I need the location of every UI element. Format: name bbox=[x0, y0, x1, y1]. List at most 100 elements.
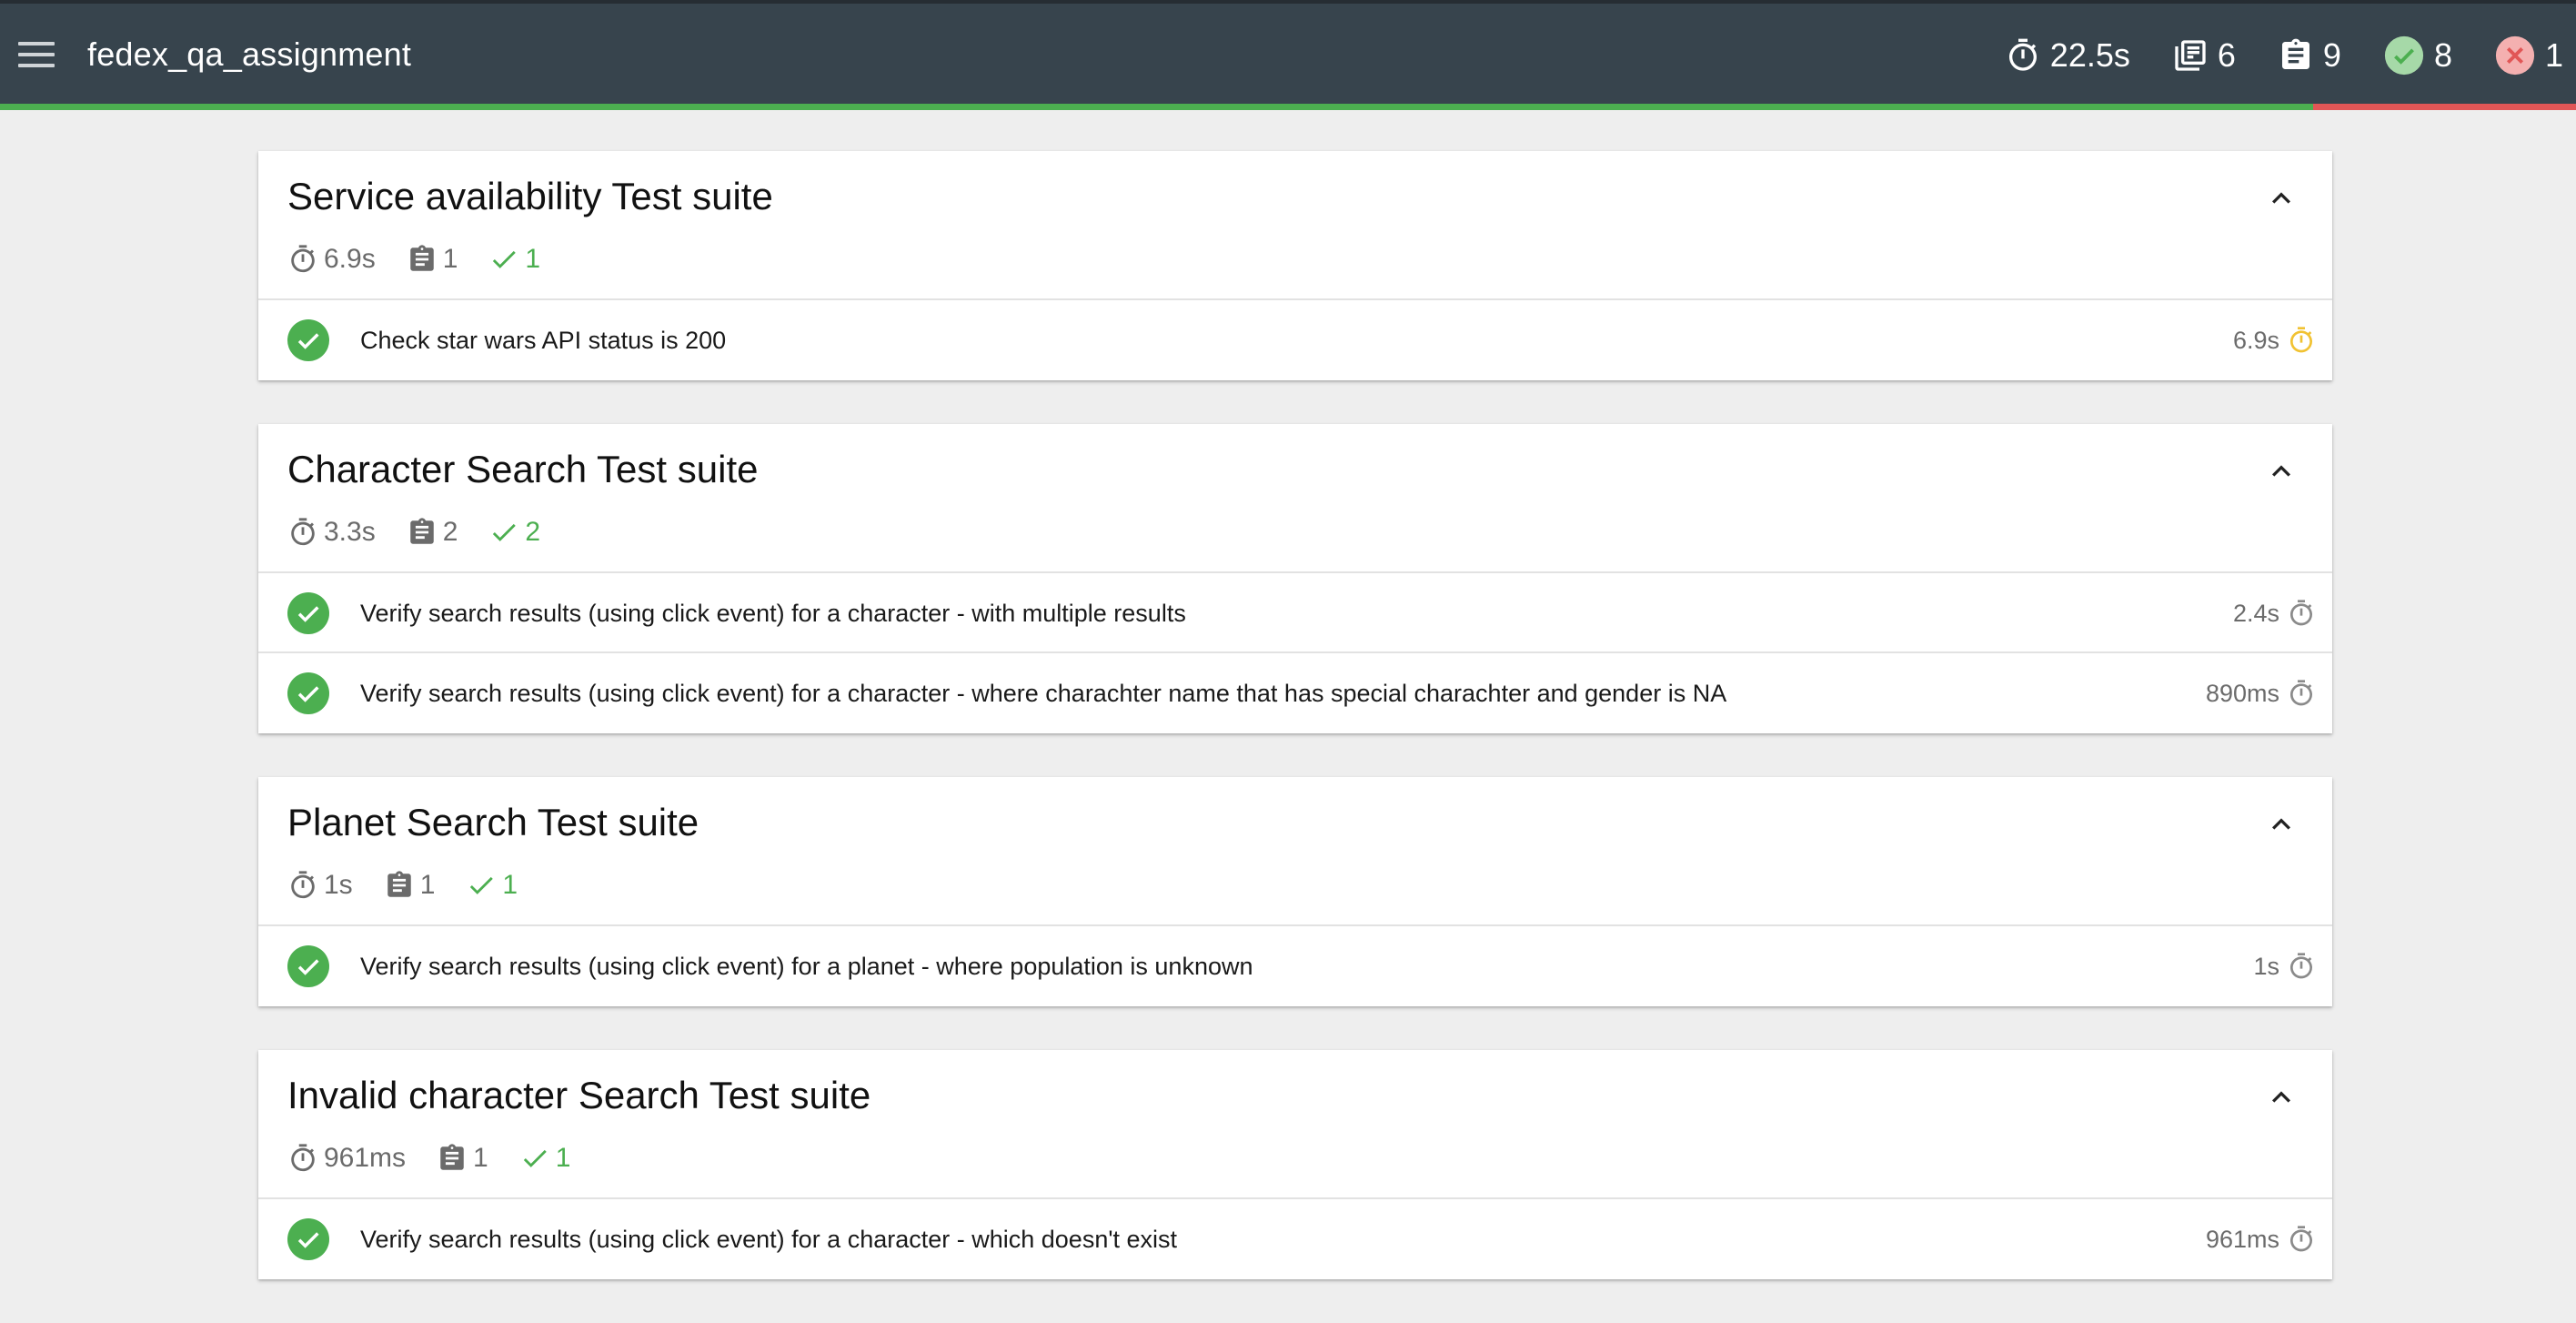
suite-duration: 1s bbox=[287, 870, 353, 901]
suite-passed-count-value: 1 bbox=[525, 244, 541, 274]
suite-header[interactable]: Planet Search Test suite 1s 1 1 bbox=[258, 777, 2332, 926]
summary-suites-value: 6 bbox=[2217, 36, 2236, 74]
hamburger-menu-icon[interactable] bbox=[18, 40, 55, 69]
clipboard-icon bbox=[409, 245, 434, 271]
suite-passed-count: 2 bbox=[488, 517, 540, 548]
test-row[interactable]: Verify search results (using click event… bbox=[258, 573, 2332, 653]
passed-check-circle-icon bbox=[287, 672, 329, 714]
library-books-icon bbox=[2175, 40, 2206, 71]
suite-duration-value: 1s bbox=[324, 870, 353, 900]
suite-passed-count-value: 1 bbox=[555, 1143, 571, 1173]
suite-title: Service availability Test suite bbox=[287, 175, 773, 217]
suite-duration: 6.9s bbox=[287, 244, 376, 275]
test-name: Check star wars API status is 200 bbox=[360, 327, 727, 354]
test-duration-value: 961ms bbox=[2205, 1226, 2279, 1253]
summary-stats: 22.5s 6 9 8 1 bbox=[2005, 35, 2576, 76]
suite-test-count-value: 2 bbox=[442, 517, 458, 547]
passed-check-circle-icon bbox=[287, 319, 329, 361]
stopwatch-icon bbox=[291, 871, 315, 899]
stopwatch-icon bbox=[291, 1144, 315, 1172]
test-duration: 1s bbox=[2253, 948, 2316, 985]
passed-check-circle-icon bbox=[287, 945, 329, 987]
test-duration-value: 6.9s bbox=[2232, 327, 2279, 354]
summary-tests-value: 9 bbox=[2322, 36, 2341, 74]
progress-pass-segment bbox=[0, 104, 2314, 110]
summary-passed-value: 8 bbox=[2433, 36, 2452, 74]
stopwatch-icon bbox=[2290, 953, 2312, 979]
test-duration: 961ms bbox=[2206, 1221, 2316, 1257]
suite-test-count-value: 1 bbox=[419, 870, 436, 900]
check-icon bbox=[470, 876, 494, 894]
check-icon bbox=[493, 250, 517, 268]
stopwatch-icon bbox=[291, 518, 315, 546]
suite-title: Invalid character Search Test suite bbox=[287, 1074, 871, 1116]
suite-header[interactable]: Character Search Test suite 3.3s 2 2 bbox=[258, 424, 2332, 573]
suite-duration: 961ms bbox=[287, 1143, 406, 1174]
stopwatch-icon bbox=[2290, 600, 2312, 626]
test-row[interactable]: Check star wars API status is 200 6.9s bbox=[258, 300, 2332, 380]
summary-passed[interactable]: 8 bbox=[2383, 35, 2452, 76]
summary-failed-value: 1 bbox=[2544, 36, 2563, 74]
suite-passed-count-value: 2 bbox=[525, 517, 541, 547]
test-row[interactable]: Verify search results (using click event… bbox=[258, 653, 2332, 733]
suite-test-count: 1 bbox=[384, 870, 436, 901]
suite-card: Invalid character Search Test suite 961m… bbox=[258, 1050, 2332, 1279]
suite-card: Service availability Test suite 6.9s 1 1 bbox=[258, 151, 2332, 380]
suite-test-count-value: 1 bbox=[442, 244, 458, 274]
suite-passed-count: 1 bbox=[488, 244, 540, 275]
suite-header[interactable]: Invalid character Search Test suite 961m… bbox=[258, 1050, 2332, 1199]
suite-title: Planet Search Test suite bbox=[287, 801, 699, 843]
suite-meta: 961ms 1 1 bbox=[287, 1143, 601, 1174]
suite-card: Planet Search Test suite 1s 1 1 Verify s… bbox=[258, 777, 2332, 1006]
passed-check-circle-icon bbox=[287, 1218, 329, 1260]
test-duration: 2.4s bbox=[2233, 595, 2316, 631]
app-title: fedex_qa_assignment bbox=[87, 35, 412, 73]
clipboard-icon bbox=[387, 871, 411, 897]
failed-x-circle-icon bbox=[2495, 35, 2535, 76]
pass-fail-progress-bar bbox=[0, 104, 2576, 110]
suite-title: Character Search Test suite bbox=[287, 448, 759, 490]
check-icon bbox=[523, 1149, 547, 1167]
suite-card: Character Search Test suite 3.3s 2 2 Ver… bbox=[258, 424, 2332, 733]
test-row[interactable]: Verify search results (using click event… bbox=[258, 926, 2332, 1006]
suite-meta: 6.9s 1 1 bbox=[287, 244, 571, 275]
summary-suites[interactable]: 6 bbox=[2172, 36, 2236, 75]
suite-meta: 1s 1 1 bbox=[287, 870, 548, 901]
passed-check-circle-icon bbox=[2384, 35, 2424, 76]
stopwatch-icon bbox=[2290, 680, 2312, 706]
top-bar: fedex_qa_assignment 22.5s 6 9 8 1 bbox=[0, 0, 2576, 110]
check-icon bbox=[493, 523, 517, 541]
test-duration-value: 890ms bbox=[2205, 680, 2279, 707]
test-row[interactable]: Verify search results (using click event… bbox=[258, 1199, 2332, 1279]
clipboard-icon bbox=[409, 518, 434, 544]
chevron-up-icon[interactable] bbox=[2263, 1079, 2299, 1116]
passed-check-circle-icon bbox=[287, 592, 329, 634]
suite-test-count: 1 bbox=[407, 244, 458, 275]
clipboard-icon bbox=[2281, 38, 2309, 69]
summary-tests[interactable]: 9 bbox=[2278, 36, 2341, 75]
suite-passed-count: 1 bbox=[466, 870, 518, 901]
suite-passed-count-value: 1 bbox=[502, 870, 518, 900]
chevron-up-icon[interactable] bbox=[2263, 180, 2299, 217]
summary-failed[interactable]: 1 bbox=[2494, 35, 2563, 76]
chevron-up-icon[interactable] bbox=[2263, 806, 2299, 843]
suite-list: Service availability Test suite 6.9s 1 1 bbox=[258, 151, 2332, 1323]
suite-duration-value: 3.3s bbox=[324, 517, 376, 547]
test-duration: 6.9s bbox=[2233, 322, 2316, 359]
chevron-up-icon[interactable] bbox=[2263, 453, 2299, 490]
test-name: Verify search results (using click event… bbox=[360, 1226, 1178, 1253]
test-name: Verify search results (using click event… bbox=[360, 680, 1727, 707]
stopwatch-icon bbox=[2290, 1226, 2312, 1252]
suite-test-count-value: 1 bbox=[473, 1143, 488, 1173]
summary-duration[interactable]: 22.5s bbox=[2005, 36, 2130, 75]
suite-header[interactable]: Service availability Test suite 6.9s 1 1 bbox=[258, 151, 2332, 300]
test-duration-value: 2.4s bbox=[2232, 600, 2279, 627]
suite-duration-value: 6.9s bbox=[324, 244, 376, 274]
summary-duration-value: 22.5s bbox=[2049, 36, 2130, 74]
test-duration: 890ms bbox=[2206, 675, 2316, 712]
suite-test-count: 2 bbox=[407, 517, 458, 548]
test-duration-value: 1s bbox=[2253, 953, 2279, 980]
progress-fail-segment bbox=[2313, 104, 2576, 110]
stopwatch-icon bbox=[291, 245, 315, 273]
slow-stopwatch-icon bbox=[2290, 327, 2312, 353]
